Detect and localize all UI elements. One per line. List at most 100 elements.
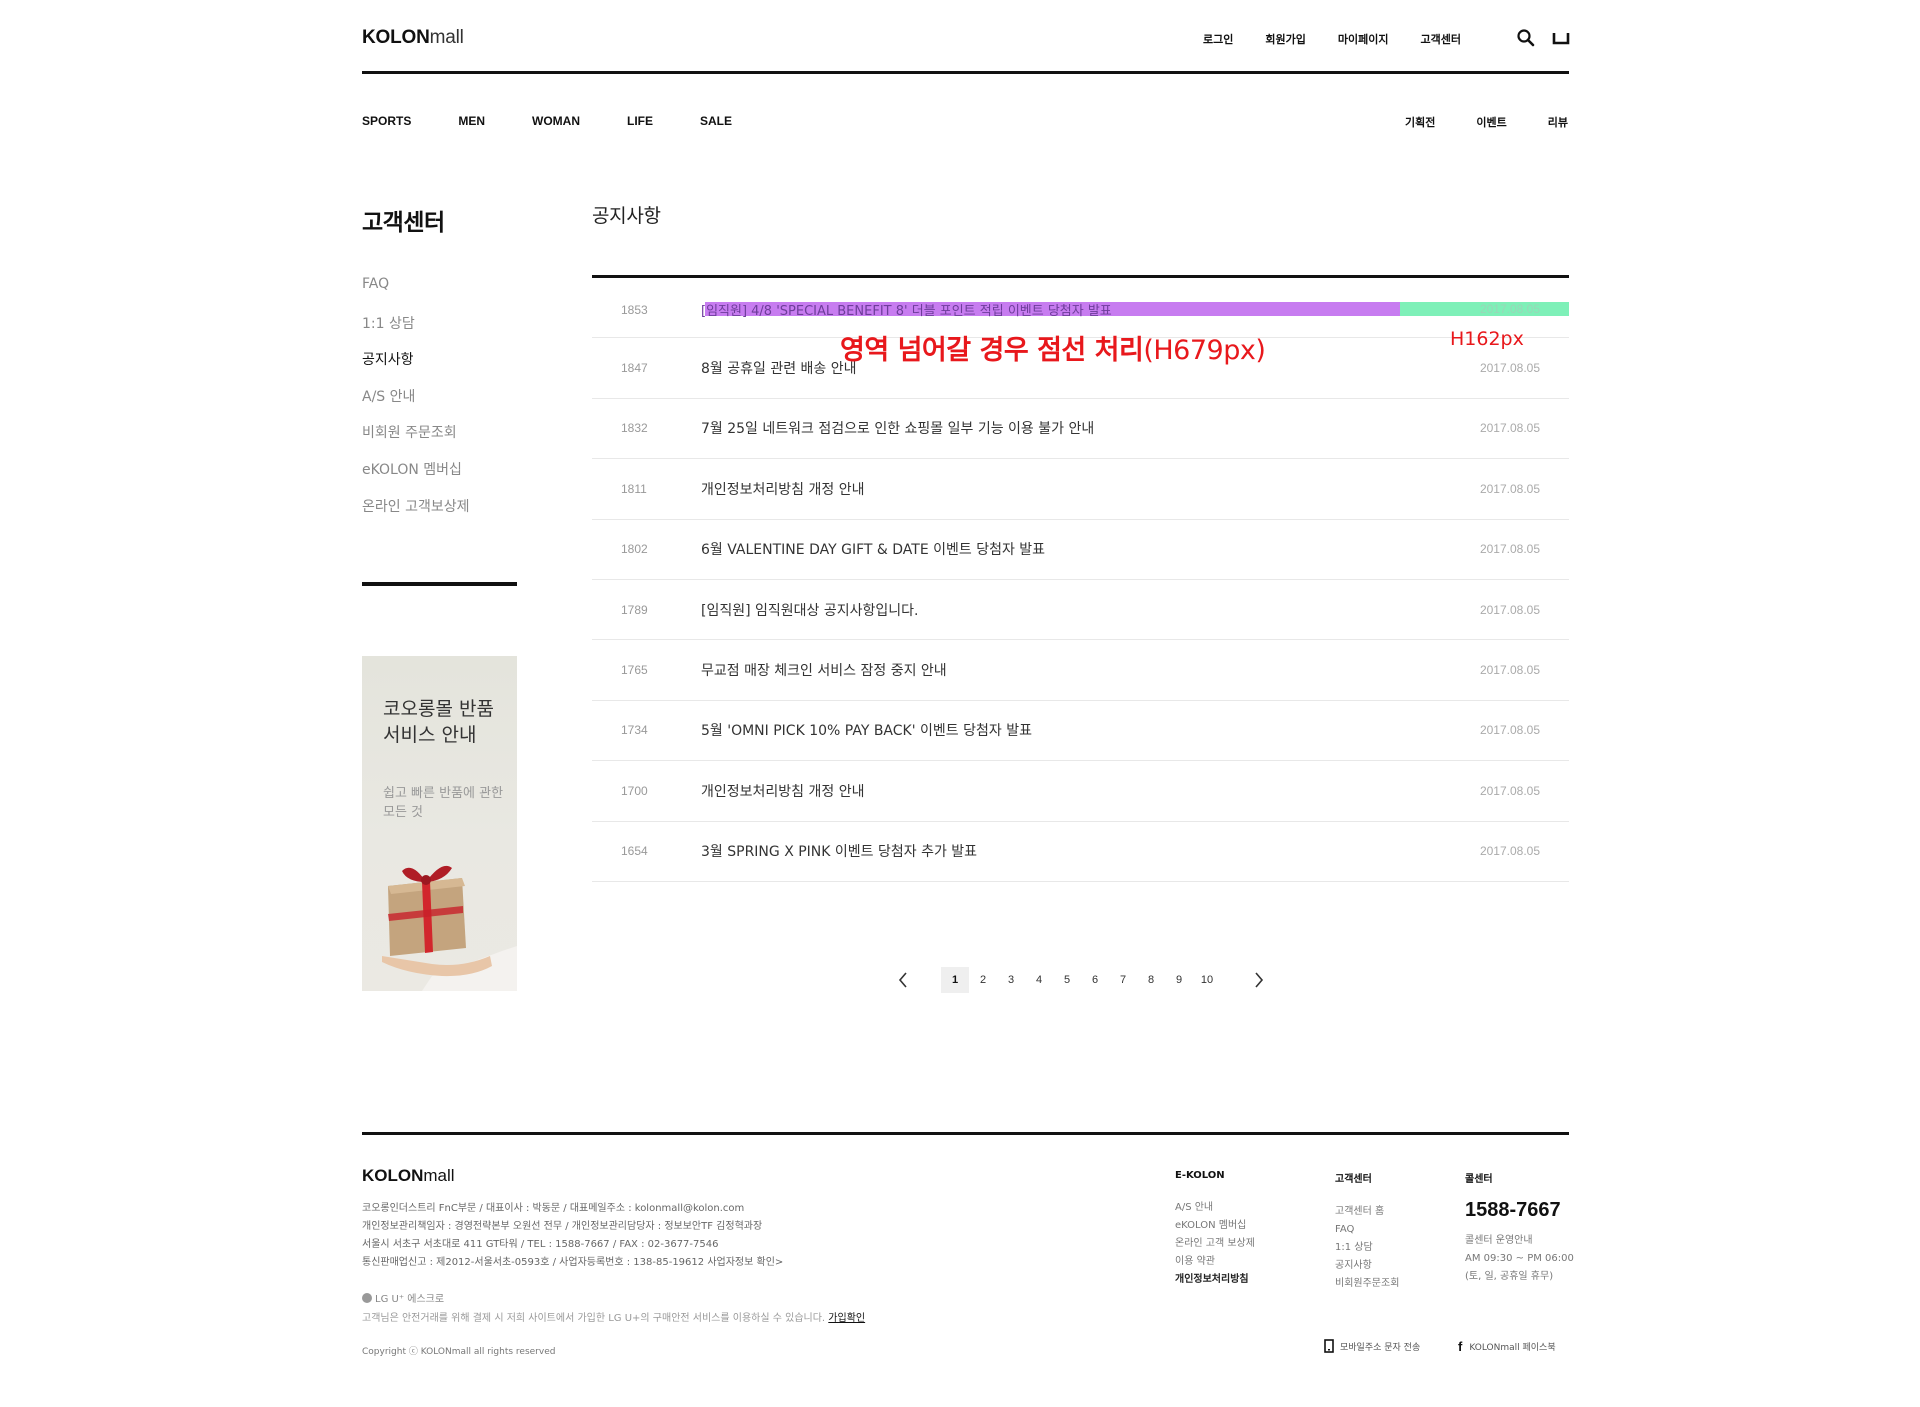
page-button[interactable]: 3 xyxy=(997,967,1025,993)
notice-number: 1853 xyxy=(621,303,648,317)
table-row[interactable]: 1700 개인정보처리방침 개정 안내 2017.08.05 xyxy=(592,761,1569,822)
page-button[interactable]: 5 xyxy=(1053,967,1081,993)
notice-subject[interactable]: 무교점 매장 체크인 서비스 잠정 중지 안내 xyxy=(701,660,947,680)
notice-date: 2017.08.05 xyxy=(1479,783,1540,798)
table-row[interactable]: 1789 [임직원] 임직원대상 공지사항입니다. 2017.08.05 xyxy=(592,580,1569,641)
table-row[interactable]: 1654 3월 SPRING X PINK 이벤트 당첨자 추가 발표 2017… xyxy=(592,822,1569,882)
gnb-life[interactable]: LIFE xyxy=(627,114,653,128)
company-info-line[interactable]: 통신판매업신고 : 제2012-서울서초-0593호 / 사업자등록번호 : 1… xyxy=(362,1254,783,1272)
footer-logo-bold: KOLON xyxy=(362,1166,424,1185)
sidebar-item-compensation[interactable]: 온라인 고객보상제 xyxy=(362,496,470,533)
banner-title: 코오롱몰 반품 서비스 안내 xyxy=(383,698,494,746)
footer-logo[interactable]: KOLONmall xyxy=(362,1166,455,1186)
footer-link[interactable]: 온라인 고객 보상제 xyxy=(1175,1235,1255,1253)
notice-number: 1802 xyxy=(621,542,648,557)
table-row[interactable]: 1832 7월 25일 네트워크 점검으로 인한 쇼핑몰 일부 기능 이용 불가… xyxy=(592,399,1569,460)
notice-subject[interactable]: 7월 25일 네트워크 점검으로 인한 쇼핑몰 일부 기능 이용 불가 안내 xyxy=(701,418,1094,438)
utility-nav: 로그인 회원가입 마이페이지 고객센터 xyxy=(1203,31,1461,47)
facebook-label: KOLONmall 페이스북 xyxy=(1469,1343,1556,1353)
gnb-event[interactable]: 이벤트 xyxy=(1476,114,1506,130)
footer-link[interactable]: eKOLON 멤버십 xyxy=(1175,1217,1255,1235)
notice-subject[interactable]: 6월 VALENTINE DAY GIFT & DATE 이벤트 당첨자 발표 xyxy=(701,539,1045,559)
sidebar-item-faq[interactable]: FAQ xyxy=(362,276,470,313)
gnb-exhibition[interactable]: 기획전 xyxy=(1405,114,1435,130)
lgu-escrow-badge: LG U⁺ 에스크로 xyxy=(362,1290,444,1305)
facebook-link[interactable]: f KOLONmall 페이스북 xyxy=(1458,1339,1556,1354)
notice-date: 2017.08.05 xyxy=(1479,421,1540,436)
main-category-nav: SPORTS MEN WOMAN LIFE SALE xyxy=(362,114,779,128)
page-button[interactable]: 1 xyxy=(941,967,969,993)
gnb-review[interactable]: 리뷰 xyxy=(1548,114,1568,130)
customer-center-link[interactable]: 고객센터 xyxy=(1420,31,1460,47)
footer-link[interactable]: FAQ xyxy=(1335,1221,1399,1239)
next-page-button[interactable] xyxy=(1249,967,1269,993)
design-annotation-date: H162px xyxy=(1450,328,1524,350)
page-button[interactable]: 7 xyxy=(1109,967,1137,993)
table-row[interactable]: 1811 개인정보처리방침 개정 안내 2017.08.05 xyxy=(592,459,1569,520)
table-row[interactable]: 1765 무교점 매장 체크인 서비스 잠정 중지 안내 2017.08.05 xyxy=(592,640,1569,701)
notice-subject[interactable]: 3월 SPRING X PINK 이벤트 당첨자 추가 발표 xyxy=(701,841,977,861)
page-button[interactable]: 8 xyxy=(1137,967,1165,993)
notice-subject[interactable]: [임직원] 임직원대상 공지사항입니다. xyxy=(701,600,918,620)
page-button[interactable]: 6 xyxy=(1081,967,1109,993)
footer-link[interactable]: 1:1 상담 xyxy=(1335,1239,1399,1257)
footer-link[interactable]: 공지사항 xyxy=(1335,1257,1399,1275)
page-button[interactable]: 9 xyxy=(1165,967,1193,993)
bag-icon[interactable] xyxy=(1551,28,1571,48)
notice-number: 1734 xyxy=(621,723,648,738)
mobile-sms-link[interactable]: 모바일주소 문자 전송 xyxy=(1324,1339,1420,1353)
lgu-logo-icon xyxy=(362,1293,372,1303)
sidebar-item-membership[interactable]: eKOLON 멤버십 xyxy=(362,459,470,496)
logo-light: mall xyxy=(429,27,464,48)
notice-subject[interactable]: 개인정보처리방침 개정 안내 xyxy=(701,479,864,499)
notice-subject[interactable]: [임직원] 4/8 'SPECIAL BENEFIT 8' 더블 포인트 적립 … xyxy=(701,300,1112,319)
footer-link[interactable]: 고객센터 홈 xyxy=(1335,1203,1399,1221)
sidebar-title: 고객센터 xyxy=(362,210,445,236)
notice-number: 1832 xyxy=(621,421,648,436)
footer-link[interactable]: 이용 약관 xyxy=(1175,1253,1255,1271)
sidebar-item-as[interactable]: A/S 안내 xyxy=(362,386,470,423)
notice-subject[interactable]: 개인정보처리방침 개정 안내 xyxy=(701,781,864,801)
notice-date: 2017.08.05 xyxy=(1479,302,1540,316)
gnb-sale[interactable]: SALE xyxy=(700,114,732,128)
logo-bold: KOLON xyxy=(362,27,430,48)
header-divider xyxy=(362,71,1569,74)
banner-subtitle: 쉽고 빠른 반품에 관한 모든 것 xyxy=(383,786,504,820)
footer-link-privacy[interactable]: 개인정보처리방침 xyxy=(1175,1271,1255,1289)
footer-link[interactable]: A/S 안내 xyxy=(1175,1199,1255,1217)
site-logo[interactable]: KOLONmall xyxy=(362,27,464,49)
page-button[interactable]: 4 xyxy=(1025,967,1053,993)
copyright: Copyright ⓒ KOLONmall all rights reserve… xyxy=(362,1347,556,1357)
sidebar-item-guest-order[interactable]: 비회원 주문조회 xyxy=(362,422,470,459)
notice-date: 2017.08.05 xyxy=(1479,481,1540,496)
call-info-line: AM 09:30 ~ PM 06:00 xyxy=(1465,1253,1574,1264)
notice-number: 1789 xyxy=(621,602,648,617)
login-link[interactable]: 로그인 xyxy=(1203,31,1233,47)
pagination: 1 2 3 4 5 6 7 8 9 10 xyxy=(893,967,1269,993)
page-title: 공지사항 xyxy=(592,205,661,227)
page-button[interactable]: 10 xyxy=(1193,967,1221,993)
sidebar-item-notice[interactable]: 공지사항 xyxy=(362,349,470,386)
prev-page-button[interactable] xyxy=(893,967,913,993)
company-info-line: 개인정보관리책임자 : 경영전략본부 오원선 전무 / 개인정보관리담당자 : … xyxy=(362,1221,763,1232)
gnb-woman[interactable]: WOMAN xyxy=(532,114,580,128)
mypage-link[interactable]: 마이페이지 xyxy=(1338,31,1389,47)
gnb-men[interactable]: MEN xyxy=(458,114,485,128)
sidebar-item-consult[interactable]: 1:1 상담 xyxy=(362,313,470,350)
search-icon[interactable] xyxy=(1516,28,1536,48)
footer-col-title: E-KOLON xyxy=(1175,1170,1225,1181)
page-button[interactable]: 2 xyxy=(969,967,997,993)
gnb-sports[interactable]: SPORTS xyxy=(362,114,411,128)
footer-link[interactable]: 비회원주문조회 xyxy=(1335,1275,1399,1293)
notice-subject[interactable]: 5월 'OMNI PICK 10% PAY BACK' 이벤트 당첨자 발표 xyxy=(701,720,1032,740)
signup-link[interactable]: 회원가입 xyxy=(1265,31,1305,47)
company-info-line: 코오롱인더스트리 FnC부문 / 대표이사 : 박동문 / 대표메일주소 : k… xyxy=(362,1203,745,1214)
notice-number: 1654 xyxy=(621,844,648,859)
lgu-verify-link[interactable]: 가입확인 xyxy=(828,1313,865,1324)
notice-date: 2017.08.05 xyxy=(1479,844,1540,859)
notice-number: 1847 xyxy=(621,361,648,376)
notice-subject[interactable]: 8월 공휴일 관련 배송 안내 xyxy=(701,358,857,378)
table-row[interactable]: 1734 5월 'OMNI PICK 10% PAY BACK' 이벤트 당첨자… xyxy=(592,701,1569,762)
table-row[interactable]: 1802 6월 VALENTINE DAY GIFT & DATE 이벤트 당첨… xyxy=(592,520,1569,580)
return-service-banner[interactable]: 코오롱몰 반품 서비스 안내 쉽고 빠른 반품에 관한 모든 것 xyxy=(362,656,517,991)
